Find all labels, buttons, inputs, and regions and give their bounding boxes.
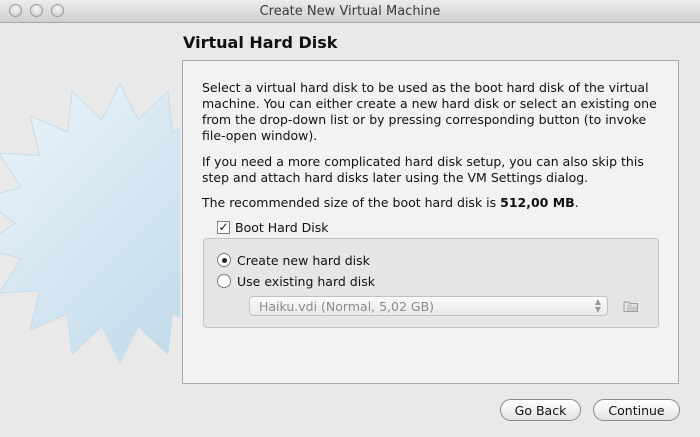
radio-button-selected[interactable] [217, 253, 231, 267]
boot-hard-disk-group: Create new hard disk Use existing hard d… [203, 238, 659, 328]
radio-dot-icon [221, 257, 227, 263]
wizard-window: Create New Virtual Machine Virtual Hard … [0, 0, 700, 437]
page-title: Virtual Hard Disk [183, 33, 338, 52]
title-bar: Create New Virtual Machine [0, 0, 700, 23]
recommended-size-value: 512,00 MB [500, 195, 575, 210]
continue-button[interactable]: Continue [593, 399, 680, 421]
checkbox-box[interactable]: ✓ [217, 220, 230, 234]
recommended-size-prefix: The recommended size of the boot hard di… [202, 195, 501, 210]
recommended-size-text: The recommended size of the boot hard di… [202, 195, 662, 211]
existing-disk-value: Haiku.vdi (Normal, 5,02 GB) [259, 299, 435, 314]
boot-hard-disk-label: Boot Hard Disk [235, 219, 329, 235]
recommended-size-suffix: . [574, 195, 579, 210]
radio-button[interactable] [217, 274, 231, 288]
checkmark-icon: ✓ [218, 220, 229, 234]
virtualbox-watermark-star [0, 81, 180, 365]
boot-hard-disk-checkbox[interactable]: ✓ Boot Hard Disk [217, 219, 328, 235]
advanced-setup-text: If you need a more complicated hard disk… [202, 154, 644, 185]
existing-disk-select[interactable]: Haiku.vdi (Normal, 5,02 GB) ▲ ▼ [249, 296, 608, 316]
open-folder-icon[interactable] [621, 296, 641, 316]
window-title: Create New Virtual Machine [259, 4, 441, 19]
chevron-updown-icon: ▲ ▼ [594, 297, 601, 314]
use-existing-disk-radio[interactable]: Use existing hard disk [217, 273, 375, 289]
create-new-disk-radio[interactable]: Create new hard disk [217, 252, 370, 268]
content-panel: Select a virtual hard disk to be used as… [182, 60, 679, 384]
go-back-button[interactable]: Go Back [500, 399, 581, 421]
use-existing-disk-label: Use existing hard disk [237, 273, 375, 289]
description-text: Select a virtual hard disk to be used as… [202, 80, 657, 143]
create-new-disk-label: Create new hard disk [237, 252, 370, 268]
